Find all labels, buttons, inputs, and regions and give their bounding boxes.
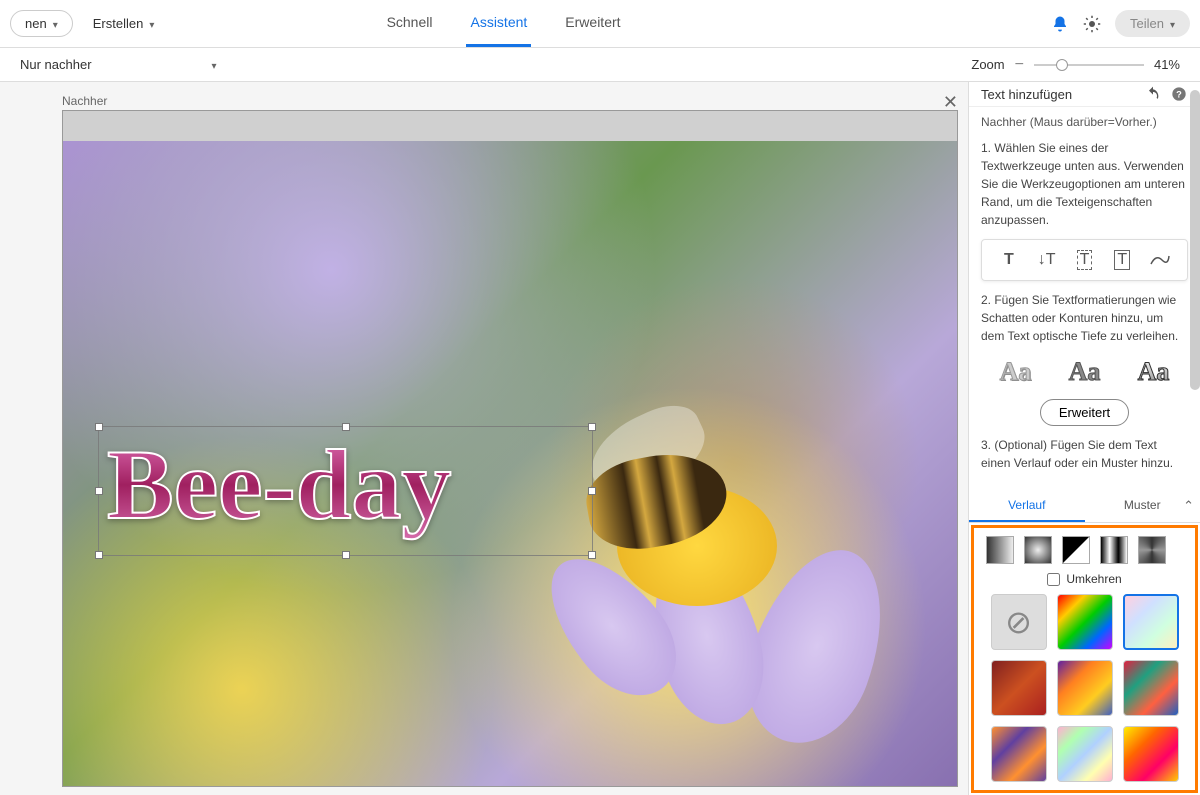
photo-background: Bee-day — [63, 141, 957, 786]
chevron-down-icon — [212, 57, 217, 72]
gradient-swatch-none[interactable]: ⊘ — [991, 594, 1047, 650]
gradient-type-row — [982, 536, 1187, 564]
subtab-gradient[interactable]: Verlauf — [969, 490, 1085, 522]
topbar-right: Teilen — [1051, 10, 1190, 37]
gradient-swatch[interactable] — [1057, 726, 1113, 782]
gradient-swatch-grid: ⊘ — [982, 594, 1187, 782]
gradient-type-angle[interactable] — [1062, 536, 1090, 564]
chevron-down-icon — [53, 16, 58, 31]
gradient-swatch[interactable] — [1123, 594, 1179, 650]
view-mode-select[interactable]: Nur nachher — [20, 57, 217, 72]
right-panel: Text hinzufügen ? Nachher (Maus darüber=… — [968, 82, 1200, 795]
overlay-text[interactable]: Bee-day — [99, 427, 592, 543]
open-menu-label: nen — [25, 16, 47, 31]
text-style-solid[interactable]: Aa — [1069, 357, 1101, 387]
step-3-text: 3. (Optional) Fügen Sie dem Text einen V… — [981, 436, 1188, 472]
resize-handle[interactable] — [95, 551, 103, 559]
gradient-swatch[interactable] — [991, 726, 1047, 782]
text-frame-tool-icon[interactable]: T — [1110, 248, 1134, 272]
svg-text:?: ? — [1176, 89, 1182, 99]
resize-handle[interactable] — [588, 487, 596, 495]
help-icon[interactable]: ? — [1170, 85, 1188, 103]
resize-handle[interactable] — [342, 423, 350, 431]
zoom-value: 41% — [1154, 57, 1180, 72]
text-mask-tool-icon[interactable]: T — [1072, 248, 1096, 272]
resize-handle[interactable] — [588, 423, 596, 431]
gradient-section: Umkehren ⊘ — [971, 525, 1198, 793]
horizontal-text-tool-icon[interactable]: T — [997, 248, 1021, 272]
open-menu-button[interactable]: nen — [10, 10, 73, 37]
text-style-chrome[interactable]: Aa — [1138, 357, 1170, 387]
undo-icon[interactable] — [1144, 85, 1162, 103]
canvas-frame: Bee-day — [62, 110, 958, 787]
brightness-icon[interactable] — [1083, 15, 1101, 33]
canvas-area: Nachher ✕ Bee-day — [0, 82, 968, 795]
scrollbar[interactable] — [1190, 90, 1200, 390]
chevron-down-icon — [1170, 16, 1175, 31]
resize-handle[interactable] — [588, 551, 596, 559]
text-style-outline[interactable]: Aa — [1000, 357, 1032, 387]
panel-header: Text hinzufügen ? — [969, 82, 1200, 107]
main-area: Nachher ✕ Bee-day — [0, 82, 1200, 795]
gradient-swatch[interactable] — [1057, 594, 1113, 650]
zoom-slider[interactable] — [1034, 64, 1144, 66]
resize-handle[interactable] — [95, 487, 103, 495]
mode-tabs: Schnell Assistent Erweitert — [383, 0, 625, 47]
tab-assist[interactable]: Assistent — [466, 0, 531, 47]
reverse-label: Umkehren — [1066, 572, 1121, 586]
step-1-text: 1. Wählen Sie eines der Textwerkzeuge un… — [981, 139, 1188, 229]
text-selection-box[interactable]: Bee-day — [98, 426, 593, 556]
gradient-type-radial[interactable] — [1024, 536, 1052, 564]
resize-handle[interactable] — [342, 551, 350, 559]
create-menu-button[interactable]: Erstellen — [83, 11, 165, 36]
zoom-control: Zoom − 41% — [971, 56, 1180, 74]
vertical-text-tool-icon[interactable]: ↓T — [1035, 248, 1059, 272]
panel-title: Text hinzufügen — [981, 87, 1072, 102]
tab-extended[interactable]: Erweitert — [561, 0, 624, 47]
reverse-checkbox[interactable] — [1047, 573, 1060, 586]
share-button[interactable]: Teilen — [1115, 10, 1190, 37]
gradient-swatch[interactable] — [1123, 660, 1179, 716]
gradient-type-linear[interactable] — [986, 536, 1014, 564]
text-style-row: Aa Aa Aa — [981, 357, 1188, 387]
fill-subtabs: Verlauf Muster ⌃ — [969, 490, 1200, 523]
reverse-row: Umkehren — [982, 572, 1187, 586]
sub-toolbar: Nur nachher Zoom − 41% — [0, 48, 1200, 82]
gradient-type-reflected[interactable] — [1100, 536, 1128, 564]
zoom-minus-icon[interactable]: − — [1015, 56, 1024, 74]
gradient-swatch[interactable] — [1057, 660, 1113, 716]
zoom-label: Zoom — [971, 57, 1004, 72]
canvas-header-label: Nachher — [62, 94, 107, 108]
text-tool-row: T ↓T T T — [981, 239, 1188, 281]
chevron-down-icon — [149, 16, 154, 31]
hover-hint: Nachher (Maus darüber=Vorher.) — [981, 115, 1188, 129]
extended-button[interactable]: Erweitert — [1040, 399, 1129, 426]
collapse-icon[interactable]: ⌃ — [1183, 498, 1194, 514]
create-menu-label: Erstellen — [93, 16, 144, 31]
text-path-tool-icon[interactable] — [1148, 248, 1172, 272]
view-mode-label: Nur nachher — [20, 57, 92, 72]
bell-icon[interactable] — [1051, 15, 1069, 33]
resize-handle[interactable] — [95, 423, 103, 431]
gradient-type-diamond[interactable] — [1138, 536, 1166, 564]
image-viewport[interactable]: Bee-day — [63, 141, 957, 786]
tab-quick[interactable]: Schnell — [383, 0, 437, 47]
top-toolbar: nen Erstellen Schnell Assistent Erweiter… — [0, 0, 1200, 48]
share-label: Teilen — [1130, 16, 1164, 31]
step-2-text: 2. Fügen Sie Textformatierungen wie Scha… — [981, 291, 1188, 345]
gradient-swatch[interactable] — [1123, 726, 1179, 782]
zoom-slider-thumb[interactable] — [1056, 59, 1068, 71]
panel-body: Nachher (Maus darüber=Vorher.) 1. Wählen… — [969, 107, 1200, 490]
gradient-swatch[interactable] — [991, 660, 1047, 716]
